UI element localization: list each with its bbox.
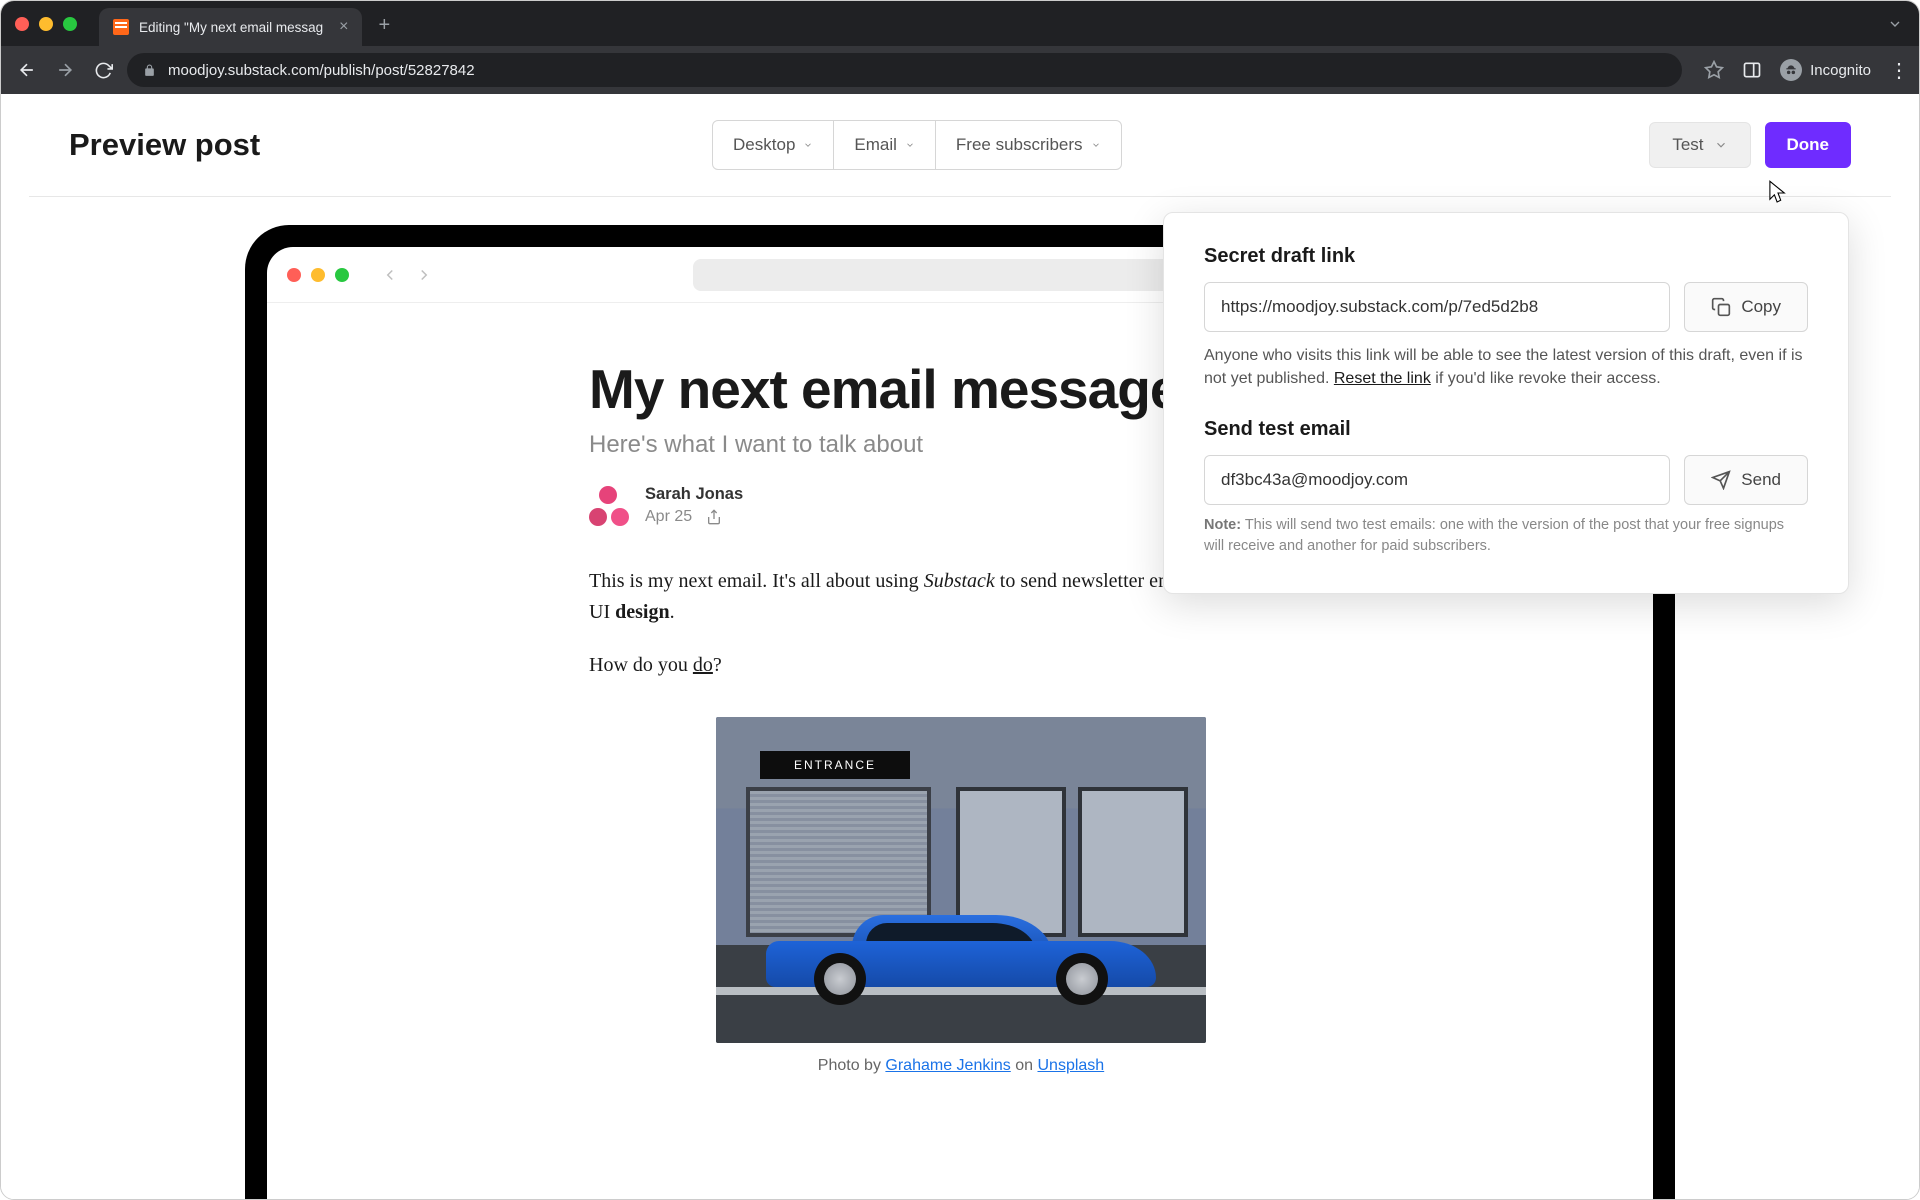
window-traffic-lights xyxy=(15,17,77,31)
browser-tab[interactable]: Editing "My next email messag × xyxy=(99,8,362,46)
bookmark-star-icon[interactable] xyxy=(1704,60,1724,80)
send-button-label: Send xyxy=(1741,470,1781,490)
caption-author-link[interactable]: Grahame Jenkins xyxy=(885,1057,1010,1074)
chevron-down-icon xyxy=(1714,138,1728,152)
new-tab-button[interactable]: + xyxy=(378,14,390,37)
test-email-input[interactable] xyxy=(1204,455,1670,505)
reset-link[interactable]: Reset the link xyxy=(1334,370,1431,387)
incognito-label: Incognito xyxy=(1810,62,1871,79)
send-icon xyxy=(1711,470,1731,490)
send-button[interactable]: Send xyxy=(1684,455,1808,505)
tab-close-icon[interactable]: × xyxy=(339,18,348,36)
tabstrip-chevron-icon[interactable] xyxy=(1887,16,1903,32)
lock-icon xyxy=(143,64,156,77)
mouse-cursor-icon xyxy=(1769,180,1787,206)
seg-free-label: Free subscribers xyxy=(956,135,1083,155)
chevron-down-icon xyxy=(905,139,915,151)
address-bar: moodjoy.substack.com/publish/post/528278… xyxy=(1,46,1919,94)
panel-icon[interactable] xyxy=(1742,60,1762,80)
article-date: Apr 25 xyxy=(645,508,692,526)
done-button-label: Done xyxy=(1787,135,1830,155)
substack-favicon-icon xyxy=(113,19,129,35)
incognito-badge[interactable]: Incognito xyxy=(1780,59,1871,81)
author-avatar-icon xyxy=(589,486,629,526)
done-button[interactable]: Done xyxy=(1765,122,1852,168)
article-paragraph-2: How do you do? xyxy=(589,650,1333,681)
chevron-down-icon xyxy=(1091,139,1101,151)
incognito-icon xyxy=(1780,59,1802,81)
seg-email[interactable]: Email xyxy=(834,121,936,169)
seg-free-subscribers[interactable]: Free subscribers xyxy=(936,121,1121,169)
popover-heading-2: Send test email xyxy=(1204,418,1808,441)
tab-strip: Editing "My next email messag × + xyxy=(1,1,1919,46)
copy-button[interactable]: Copy xyxy=(1684,282,1808,332)
image-sign-text: ENTRANCE xyxy=(760,751,910,779)
browser-window: Editing "My next email messag × + moodjo… xyxy=(0,0,1920,1200)
share-icon[interactable] xyxy=(706,509,722,525)
safari-max-dot xyxy=(335,268,349,282)
page-title: Preview post xyxy=(69,127,260,163)
test-popover: Secret draft link Copy Anyone who visits… xyxy=(1163,212,1849,594)
test-email-note: Note: This will send two test emails: on… xyxy=(1204,515,1808,557)
secret-link-input[interactable] xyxy=(1204,282,1670,332)
nav-forward-button xyxy=(51,56,79,84)
url-field[interactable]: moodjoy.substack.com/publish/post/528278… xyxy=(127,53,1682,87)
topbar-actions: Test Done xyxy=(1649,122,1851,168)
safari-forward-icon xyxy=(415,266,433,284)
window-max-dot[interactable] xyxy=(63,17,77,31)
safari-traffic-lights xyxy=(287,268,349,282)
preview-segmented-control: Desktop Email Free subscribers xyxy=(712,120,1122,170)
safari-min-dot xyxy=(311,268,325,282)
author-name: Sarah Jonas xyxy=(645,485,743,504)
tab-title: Editing "My next email messag xyxy=(139,20,323,35)
secret-link-help: Anyone who visits this link will be able… xyxy=(1204,344,1808,390)
browser-menu-icon[interactable]: ⋮ xyxy=(1889,58,1907,83)
nav-reload-button[interactable] xyxy=(89,56,117,84)
window-close-dot[interactable] xyxy=(15,17,29,31)
popover-heading-1: Secret draft link xyxy=(1204,245,1808,268)
copy-icon xyxy=(1711,297,1731,317)
image-caption: Photo by Grahame Jenkins on Unsplash xyxy=(589,1057,1333,1075)
url-text: moodjoy.substack.com/publish/post/528278… xyxy=(168,62,475,79)
safari-nav xyxy=(381,266,433,284)
preview-topbar: Preview post Desktop Email Free subscrib… xyxy=(1,94,1919,196)
test-button-label: Test xyxy=(1672,135,1703,155)
window-min-dot[interactable] xyxy=(39,17,53,31)
safari-close-dot xyxy=(287,268,301,282)
seg-desktop-label: Desktop xyxy=(733,135,795,155)
seg-desktop[interactable]: Desktop xyxy=(713,121,834,169)
copy-button-label: Copy xyxy=(1741,297,1781,317)
nav-back-button[interactable] xyxy=(13,56,41,84)
test-button[interactable]: Test xyxy=(1649,122,1750,168)
article-image: ENTRANCE xyxy=(716,717,1206,1043)
caption-source-link[interactable]: Unsplash xyxy=(1037,1057,1104,1074)
page-content: Preview post Desktop Email Free subscrib… xyxy=(1,94,1919,1200)
safari-back-icon xyxy=(381,266,399,284)
seg-email-label: Email xyxy=(854,135,897,155)
chevron-down-icon xyxy=(803,139,813,151)
addr-right: Incognito ⋮ xyxy=(1704,58,1907,83)
